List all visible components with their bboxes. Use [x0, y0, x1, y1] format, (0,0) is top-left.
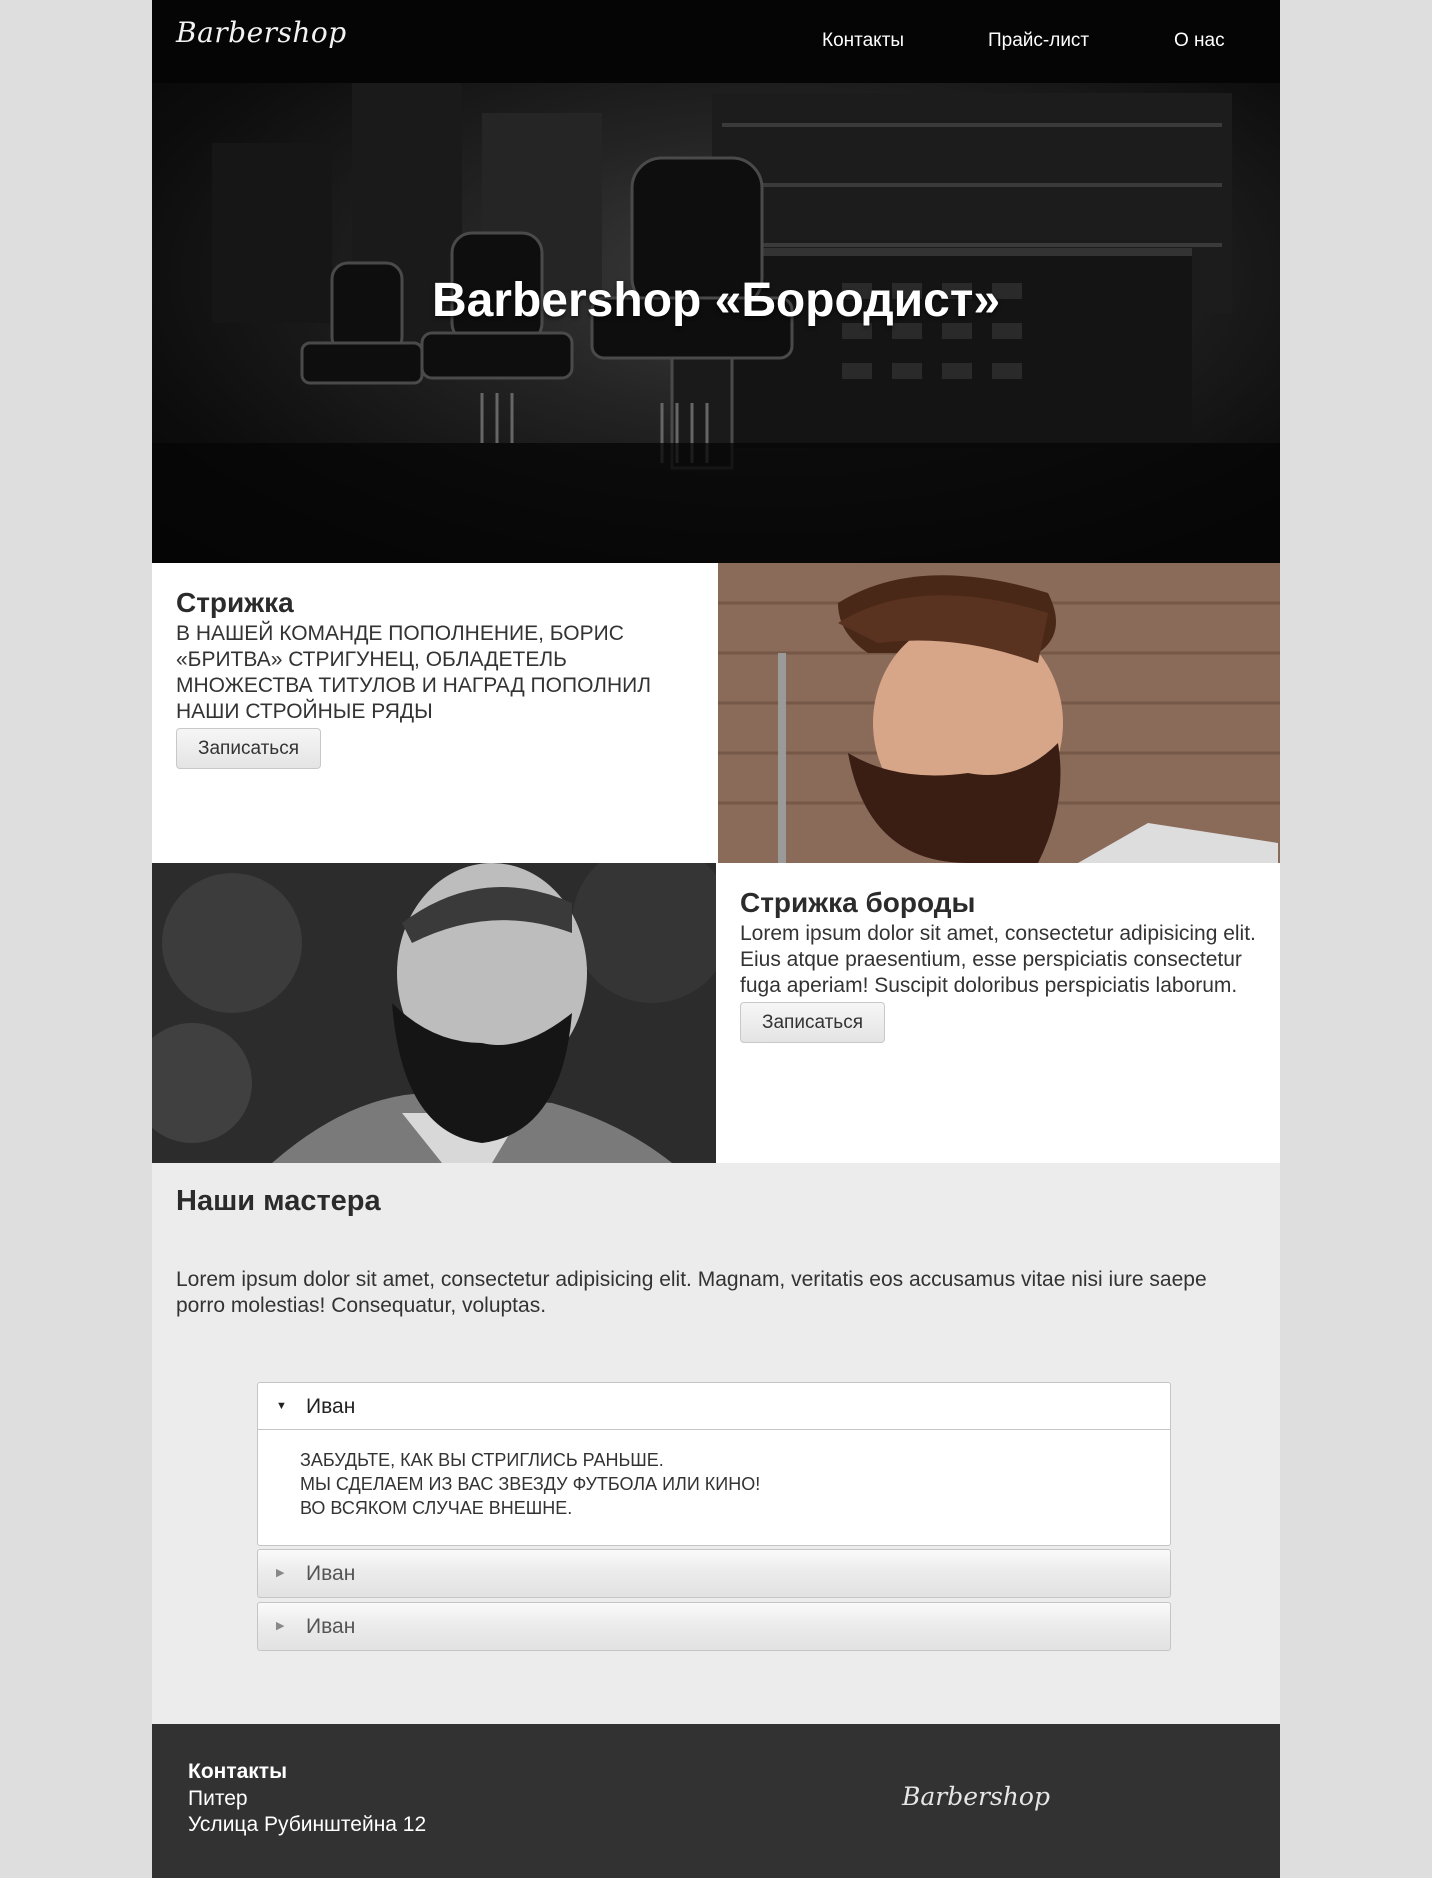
- beard-photo: [152, 863, 716, 1163]
- hero-title: Barbershop «Бородист»: [431, 274, 1001, 327]
- footer-city: Питер: [188, 1787, 248, 1810]
- accordion-label: Иван: [306, 1395, 356, 1418]
- haircut-signup-button[interactable]: Записаться: [176, 728, 321, 769]
- accordion-item-ivan-1: ▼ Иван ЗАБУДЬТЕ, КАК ВЫ СТРИГЛИСЬ РАНЬШЕ…: [257, 1382, 1171, 1546]
- accordion-header-ivan-3[interactable]: ▶ Иван: [258, 1603, 1170, 1650]
- beard-signup-button[interactable]: Записаться: [740, 1002, 885, 1043]
- service-beard-title: Стрижка бороды: [740, 887, 976, 918]
- masters-description: Lorem ipsum dolor sit amet, consectetur …: [176, 1268, 1207, 1317]
- accordion-panel-ivan-1: ЗАБУДЬТЕ, КАК ВЫ СТРИГЛИСЬ РАНЬШЕ. МЫ СД…: [258, 1430, 1170, 1538]
- top-navbar: Barbershop Контакты Прайс-лист О нас: [152, 0, 1280, 83]
- accordion-panel-line: ВО ВСЯКОМ СЛУЧАЕ ВНЕШНЕ.: [300, 1498, 573, 1518]
- service-beard-text: Lorem ipsum dolor sit amet, consectetur …: [740, 922, 1256, 997]
- caret-right-icon: ▶: [276, 1567, 285, 1579]
- service-haircut-title: Стрижка: [176, 587, 294, 618]
- service-haircut: Стрижка В НАШЕЙ КОМАНДЕ ПОПОЛНЕНИЕ, БОРИ…: [152, 563, 718, 863]
- nav-link-price-list[interactable]: Прайс-лист: [988, 30, 1089, 52]
- footer: Контакты Питер Услица Рубинштейна 12 Bar…: [152, 1724, 1280, 1878]
- accordion-header-ivan-2[interactable]: ▶ Иван: [258, 1550, 1170, 1597]
- accordion-panel-line: МЫ СДЕЛАЕМ ИЗ ВАС ЗВЕЗДУ ФУТБОЛА ИЛИ КИН…: [300, 1474, 761, 1494]
- caret-down-icon: ▼: [276, 1400, 287, 1412]
- footer-address: Услица Рубинштейна 12: [188, 1813, 427, 1836]
- accordion-item-ivan-3: ▶ Иван: [257, 1602, 1171, 1651]
- hero-banner: Barbershop «Бородист»: [152, 83, 1280, 563]
- service-haircut-text: В НАШЕЙ КОМАНДЕ ПОПОЛНЕНИЕ, БОРИС «БРИТВ…: [176, 622, 652, 723]
- footer-contacts-title: Контакты: [188, 1760, 288, 1783]
- accordion-label: Иван: [306, 1562, 356, 1585]
- nav-link-about[interactable]: О нас: [1174, 30, 1225, 52]
- accordion-label: Иван: [306, 1615, 356, 1638]
- accordion-panel-line: ЗАБУДЬТЕ, КАК ВЫ СТРИГЛИСЬ РАНЬШЕ.: [300, 1450, 664, 1470]
- haircut-photo: [718, 563, 1280, 863]
- caret-right-icon: ▶: [276, 1620, 285, 1632]
- accordion-item-ivan-2: ▶ Иван: [257, 1549, 1171, 1598]
- page: Barbershop Контакты Прайс-лист О нас Bar…: [152, 0, 1280, 1878]
- service-beard-trim: Стрижка бороды Lorem ipsum dolor sit ame…: [716, 863, 1280, 1163]
- accordion-header-ivan-1[interactable]: ▼ Иван: [258, 1383, 1170, 1430]
- header-logo[interactable]: Barbershop: [176, 16, 347, 49]
- masters-section-title: Наши мастера: [176, 1185, 381, 1217]
- footer-logo[interactable]: Barbershop: [902, 1782, 1050, 1811]
- nav-link-contacts[interactable]: Контакты: [822, 30, 904, 52]
